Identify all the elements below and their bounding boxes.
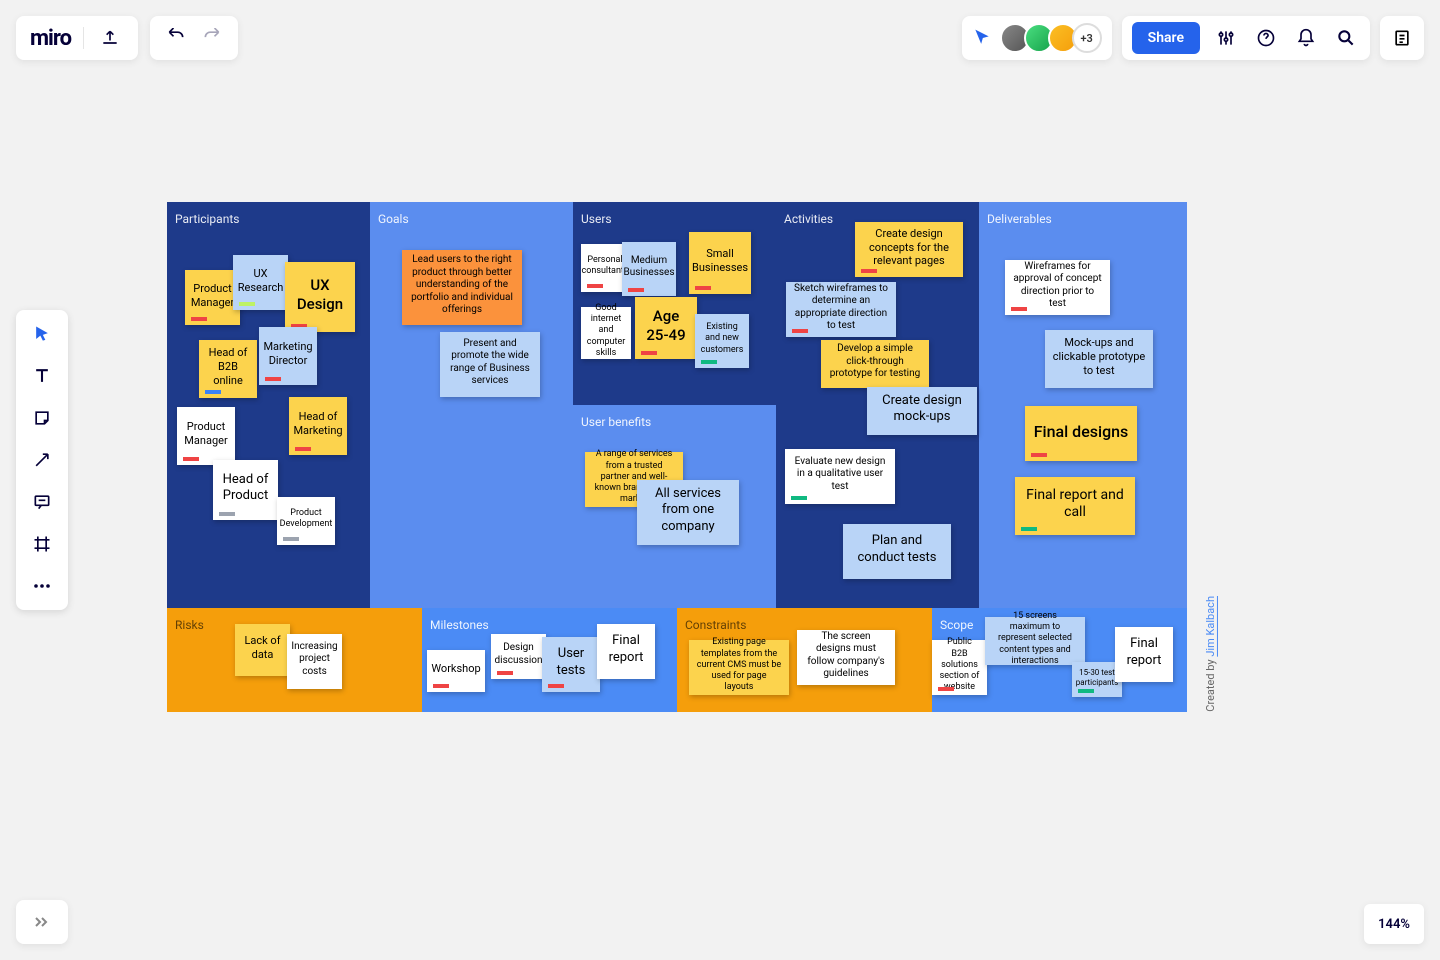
- undo-icon[interactable]: [162, 24, 190, 52]
- bell-icon[interactable]: [1292, 24, 1320, 52]
- sticky-note[interactable]: UX Research: [233, 255, 288, 310]
- sticky-note[interactable]: Head of Product: [213, 460, 278, 520]
- dock-expand[interactable]: [16, 900, 68, 944]
- sticky-note[interactable]: Product Manager: [185, 270, 240, 325]
- help-icon[interactable]: [1252, 24, 1280, 52]
- sticky-note[interactable]: Final report: [1115, 627, 1173, 682]
- sticky-note[interactable]: Head of B2B online: [199, 340, 257, 398]
- credit-text: Created by Jim Kalbach: [1204, 596, 1217, 712]
- sticky-note[interactable]: Plan and conduct tests: [843, 524, 951, 579]
- share-panel: Share: [1122, 16, 1370, 60]
- region-label: User benefits: [581, 415, 651, 429]
- sticky-note[interactable]: Develop a simple click-through prototype…: [821, 340, 929, 388]
- sticky-note[interactable]: User tests: [542, 637, 600, 692]
- region-label: Deliverables: [987, 212, 1052, 226]
- canvas-board[interactable]: Participants Goals Users User benefits A…: [167, 202, 1187, 712]
- select-tool[interactable]: [24, 320, 60, 348]
- sticky-note[interactable]: Create design concepts for the relevant …: [855, 222, 963, 277]
- share-button[interactable]: Share: [1132, 22, 1200, 54]
- notes-button[interactable]: [1380, 16, 1424, 60]
- text-tool[interactable]: [24, 362, 60, 390]
- region-label: Milestones: [430, 618, 489, 632]
- sticky-note[interactable]: Evaluate new design in a qualitative use…: [785, 449, 895, 504]
- sticky-note[interactable]: Final designs: [1025, 406, 1137, 461]
- sticky-note[interactable]: Public B2B solutions section of website: [932, 640, 987, 695]
- redo-icon[interactable]: [198, 24, 226, 52]
- sticky-note[interactable]: Existing page templates from the current…: [689, 640, 789, 695]
- sticky-note[interactable]: Design discussion: [491, 634, 546, 679]
- region-label: Activities: [784, 212, 833, 226]
- sticky-tool[interactable]: [24, 404, 60, 432]
- cursor-icon[interactable]: [972, 28, 992, 48]
- region-label: Goals: [378, 212, 409, 226]
- zoom-level[interactable]: 144%: [1364, 904, 1424, 944]
- sticky-note[interactable]: Medium Businesses: [622, 242, 676, 296]
- sticky-note[interactable]: 15 screens maximum to represent selected…: [985, 617, 1085, 665]
- sticky-note[interactable]: Workshop: [427, 650, 485, 692]
- region-label: Participants: [175, 212, 239, 226]
- sticky-note[interactable]: Head of Marketing: [289, 397, 347, 455]
- sticky-note[interactable]: Final report and call: [1015, 477, 1135, 535]
- arrow-tool[interactable]: [24, 446, 60, 474]
- divider: [83, 27, 84, 49]
- miro-logo[interactable]: miro: [30, 26, 71, 51]
- toolbar: [16, 310, 68, 610]
- sticky-note[interactable]: Good internet and computer skills: [581, 307, 631, 359]
- sticky-note[interactable]: Mock-ups and clickable prototype to test: [1045, 330, 1153, 388]
- settings-icon[interactable]: [1212, 24, 1240, 52]
- region-label: Risks: [175, 618, 204, 632]
- more-tools[interactable]: [24, 572, 60, 600]
- frame-tool[interactable]: [24, 530, 60, 558]
- sticky-note[interactable]: Product Development: [277, 497, 335, 545]
- sticky-note[interactable]: Lack of data: [235, 624, 290, 676]
- sticky-note[interactable]: Product Manager: [177, 407, 235, 465]
- region-label: Users: [581, 212, 612, 226]
- search-icon[interactable]: [1332, 24, 1360, 52]
- sticky-note[interactable]: Create design mock-ups: [867, 387, 977, 435]
- sticky-note[interactable]: Age 25-49: [635, 297, 697, 359]
- logo-panel: miro: [16, 16, 138, 60]
- sticky-note[interactable]: The screen designs must follow company's…: [797, 630, 895, 685]
- sticky-note[interactable]: Small Businesses: [689, 232, 751, 294]
- region-label: Scope: [940, 618, 973, 632]
- sticky-note[interactable]: Marketing Director: [259, 327, 317, 385]
- sticky-note[interactable]: Present and promote the wide range of Bu…: [440, 332, 540, 397]
- credit-link[interactable]: Jim Kalbach: [1204, 596, 1217, 657]
- comment-tool[interactable]: [24, 488, 60, 516]
- sticky-note[interactable]: All services from one company: [637, 480, 739, 545]
- history-panel: [150, 16, 238, 60]
- avatar-stack[interactable]: +3: [1000, 23, 1102, 53]
- region-label: Constraints: [685, 618, 746, 632]
- sticky-note[interactable]: Sketch wireframes to determine an approp…: [786, 282, 896, 337]
- collaborators-panel: +3: [962, 16, 1112, 60]
- export-icon[interactable]: [96, 24, 124, 52]
- avatar-overflow[interactable]: +3: [1072, 23, 1102, 53]
- sticky-note[interactable]: Lead users to the right product through …: [402, 250, 522, 325]
- sticky-note[interactable]: Increasing project costs: [287, 634, 342, 689]
- sticky-note[interactable]: UX Design: [285, 262, 355, 332]
- sticky-note[interactable]: Final report: [597, 624, 655, 679]
- sticky-note[interactable]: Wireframes for approval of concept direc…: [1005, 260, 1110, 315]
- sticky-note[interactable]: Existing and new customers: [695, 314, 749, 368]
